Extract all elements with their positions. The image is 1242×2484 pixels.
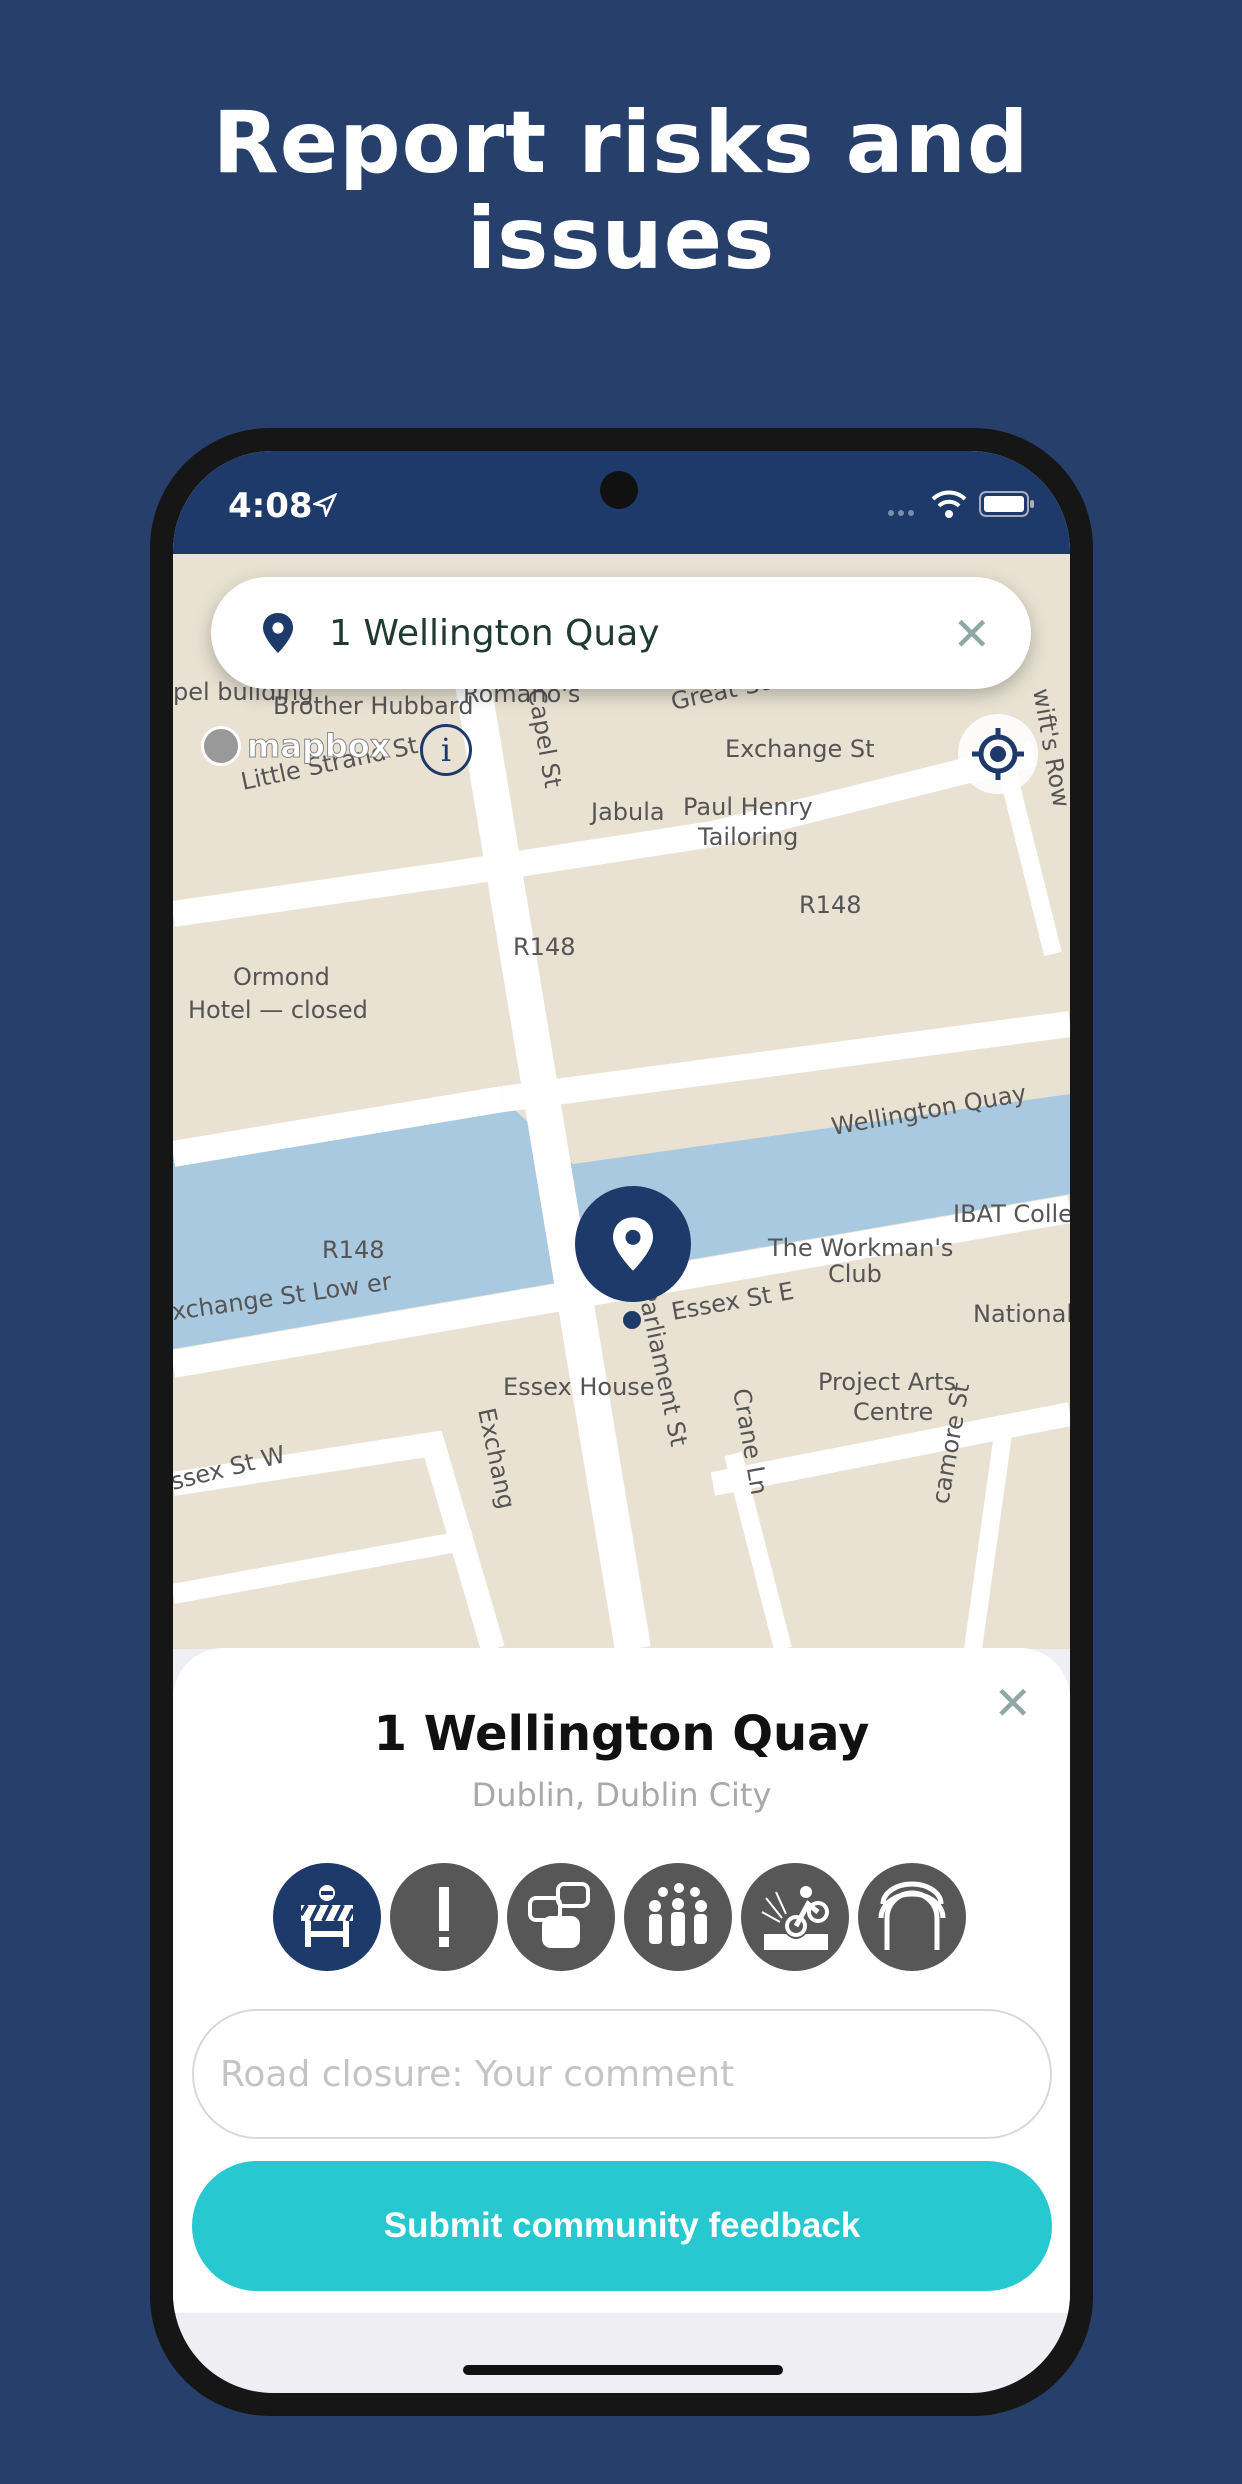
map-canvas[interactable]: Brother Hubbard pel building Romano's Ex… — [173, 554, 1070, 1649]
map-view[interactable]: Brother Hubbard pel building Romano's Ex… — [173, 554, 1070, 1649]
map-label: Centre — [853, 1398, 933, 1426]
mapbox-logo: mapbox — [201, 726, 391, 766]
home-indicator[interactable] — [463, 2365, 783, 2375]
map-label: Project Arts — [818, 1368, 956, 1396]
location-pin-icon — [263, 613, 293, 653]
camera-notch — [600, 471, 638, 509]
selected-location-marker[interactable] — [575, 1186, 691, 1302]
category-selector — [273, 1863, 966, 1971]
map-label: The Workman's — [767, 1234, 953, 1262]
battery-icon — [979, 491, 1034, 517]
headline: Report risks and issues — [0, 95, 1242, 287]
phone-screen: 4:08 Brother Hubbard pel building Romano… — [173, 451, 1070, 2393]
location-title: 1 Wellington Quay — [373, 1706, 870, 1762]
status-bar: 4:08 — [173, 451, 1070, 554]
map-label: Ormond — [233, 963, 330, 991]
submit-feedback-button[interactable]: Submit community feedback — [192, 2161, 1052, 2291]
category-traffic[interactable] — [507, 1863, 615, 1971]
mapbox-logo-icon — [201, 726, 241, 766]
map-label: Paul Henry — [683, 793, 813, 821]
status-time: 4:08 — [228, 486, 313, 526]
search-bar[interactable]: 1 Wellington Quay ✕ — [211, 577, 1031, 689]
recenter-location-button[interactable] — [958, 714, 1038, 794]
category-pothole[interactable] — [741, 1863, 849, 1971]
wifi-icon — [931, 490, 967, 518]
crosshair-icon — [972, 728, 1024, 780]
map-label: IBAT Colle — [953, 1200, 1070, 1228]
category-road-closure[interactable] — [273, 1863, 381, 1971]
mapbox-wordmark: mapbox — [246, 727, 391, 766]
map-label: R148 — [513, 933, 575, 961]
traffic-icon — [528, 1882, 590, 1948]
map-label: Tailoring — [697, 823, 798, 851]
warning-icon — [439, 1887, 449, 1947]
category-crowd[interactable] — [624, 1863, 732, 1971]
location-pin-icon — [613, 1217, 653, 1271]
map-label: Jabula — [589, 798, 665, 826]
map-label: Hotel — closed — [188, 996, 368, 1024]
marker-anchor-dot — [623, 1311, 641, 1329]
map-label: Exchange St — [725, 735, 875, 763]
map-label: Essex House — [503, 1373, 655, 1401]
road-closure-icon — [299, 1885, 355, 1947]
location-subtitle: Dublin, Dublin City — [471, 1776, 772, 1814]
map-label: Club — [828, 1260, 882, 1288]
location-arrow-icon — [313, 493, 337, 517]
search-input[interactable]: 1 Wellington Quay — [329, 613, 660, 654]
phone-frame: 4:08 Brother Hubbard pel building Romano… — [150, 428, 1093, 2416]
pothole-bike-icon — [761, 1886, 829, 1950]
map-label: R148 — [322, 1236, 384, 1264]
clear-search-button[interactable]: ✕ — [952, 607, 991, 661]
signal-icon — [888, 510, 914, 516]
headline-line-1: Report risks and — [212, 93, 1030, 193]
report-sheet: ✕ 1 Wellington Quay Dublin, Dublin City … — [173, 1648, 1070, 2313]
comment-input[interactable]: Road closure: Your comment — [192, 2009, 1052, 2139]
map-label: National — [973, 1300, 1070, 1328]
tunnel-icon — [878, 1881, 946, 1950]
map-info-button[interactable]: i — [420, 724, 472, 776]
crowd-icon — [649, 1883, 707, 1946]
map-label: R148 — [799, 891, 861, 919]
category-tunnel[interactable] — [858, 1863, 966, 1971]
category-warning[interactable] — [390, 1863, 498, 1971]
headline-line-2: issues — [466, 189, 776, 289]
